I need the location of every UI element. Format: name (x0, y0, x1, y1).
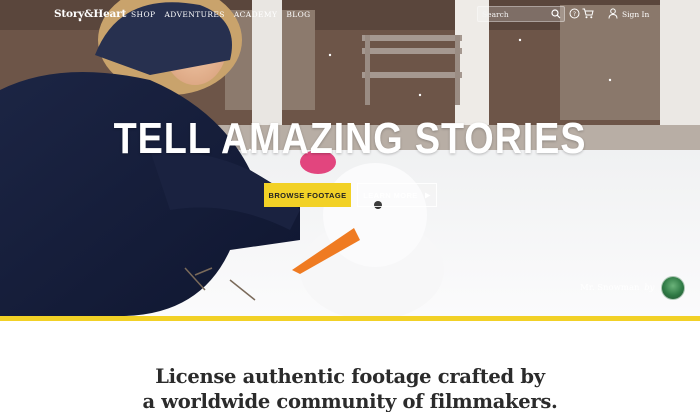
hero-headline: TELL AMAZING STORIES (113, 114, 587, 163)
nav-link-blog[interactable]: BLOG (286, 10, 310, 19)
nav-link-adventures[interactable]: ADVENTURES (164, 10, 224, 19)
learn-more-button[interactable]: LEARN MORE (357, 183, 437, 207)
search-icon[interactable] (551, 9, 561, 19)
signin-link[interactable]: Sign In (622, 10, 649, 19)
accent-divider (0, 316, 700, 321)
avatar[interactable] (661, 276, 685, 300)
credit-title: Mr. Snowman (580, 283, 640, 293)
hero-section: Story&Heart SHOP ADVENTURES ACADEMY BLOG… (0, 0, 700, 316)
nav-links: SHOP ADVENTURES ACADEMY BLOG (131, 10, 311, 19)
tagline: License authentic footage crafted by a w… (0, 364, 700, 412)
help-icon[interactable]: ? (569, 8, 580, 19)
photo-credit[interactable]: Mr. Snowman by (580, 283, 654, 293)
nav-link-shop[interactable]: SHOP (131, 10, 155, 19)
cart-icon[interactable] (582, 8, 594, 19)
svg-text:?: ? (573, 11, 576, 18)
top-nav: Story&Heart SHOP ADVENTURES ACADEMY BLOG… (0, 0, 700, 28)
credit-by: by (644, 283, 655, 293)
browse-footage-button[interactable]: BROWSE FOOTAGE (264, 183, 351, 207)
search-input[interactable] (482, 8, 548, 20)
play-icon (424, 192, 431, 198)
nav-link-academy[interactable]: ACADEMY (234, 10, 278, 19)
search-box (477, 6, 565, 22)
user-icon[interactable] (608, 8, 618, 19)
tagline-line-2: a worldwide community of filmmakers. (142, 390, 558, 412)
tagline-line-1: License authentic footage crafted by (155, 365, 545, 388)
brand-logo[interactable]: Story&Heart (54, 8, 126, 20)
learn-more-label: LEARN MORE (363, 190, 418, 200)
